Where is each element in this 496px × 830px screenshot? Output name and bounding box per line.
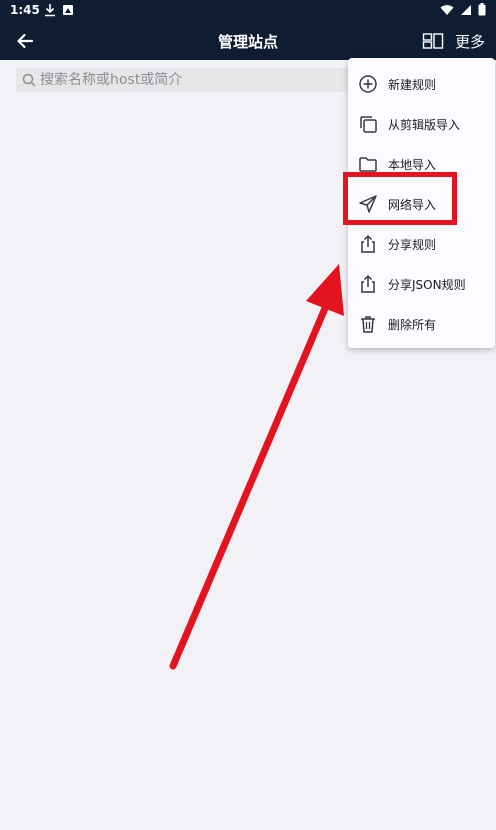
annotation-arrow (169, 264, 344, 670)
